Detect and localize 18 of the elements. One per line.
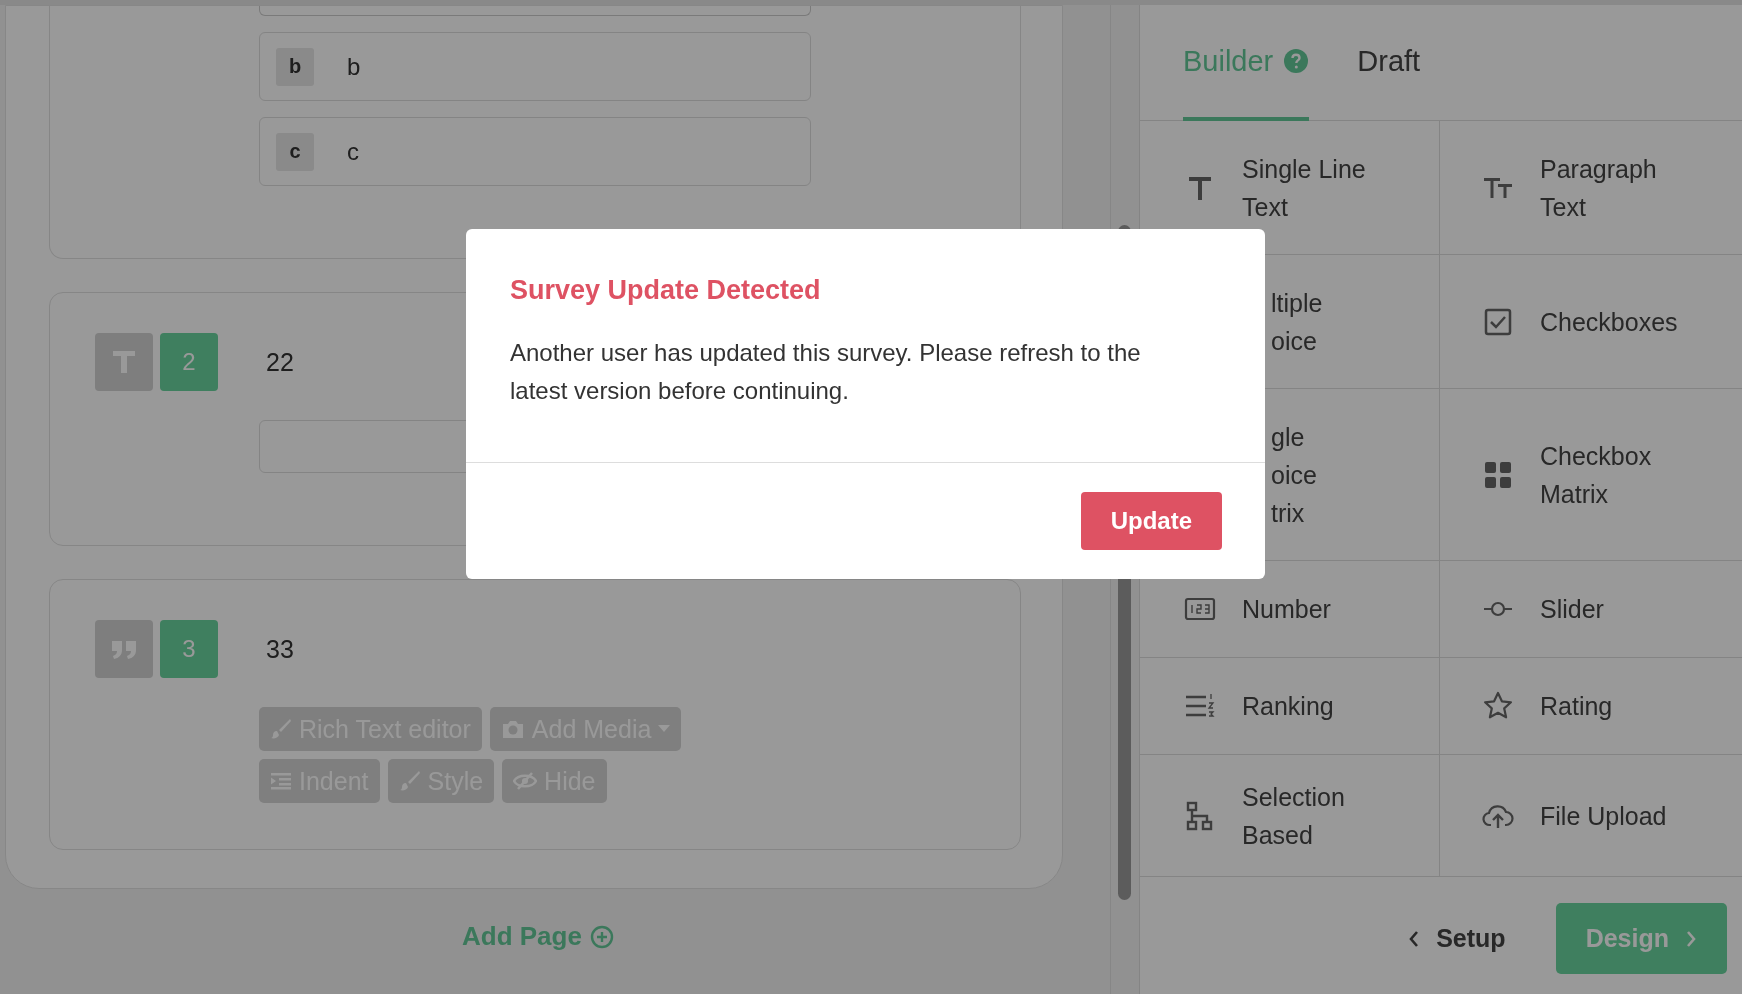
question-number: 2: [160, 333, 218, 391]
update-button[interactable]: Update: [1080, 492, 1222, 550]
option-key: c: [276, 132, 314, 171]
field-type-item[interactable]: Selection Based: [1140, 755, 1440, 877]
field-type-item[interactable]: Ranking: [1140, 658, 1440, 755]
option-text: b: [347, 52, 361, 81]
option-text: c: [347, 137, 359, 166]
option-field[interactable]: b b: [259, 32, 811, 101]
field-type-item[interactable]: Number: [1140, 561, 1440, 658]
option-key: b: [276, 47, 314, 86]
question-title: 22: [266, 347, 294, 377]
panel-tab[interactable]: Draft: [1357, 5, 1421, 121]
dialog-message: Another user has updated this survey. Please refresh to the latest version before continuing.: [510, 338, 1142, 406]
dialog-title: Survey Update Detected: [510, 275, 822, 306]
question-title: 33: [266, 634, 294, 664]
setup-button[interactable]: Setup: [1402, 923, 1512, 954]
option-field[interactable]: c c: [259, 117, 811, 186]
question-number: 3: [160, 620, 218, 678]
